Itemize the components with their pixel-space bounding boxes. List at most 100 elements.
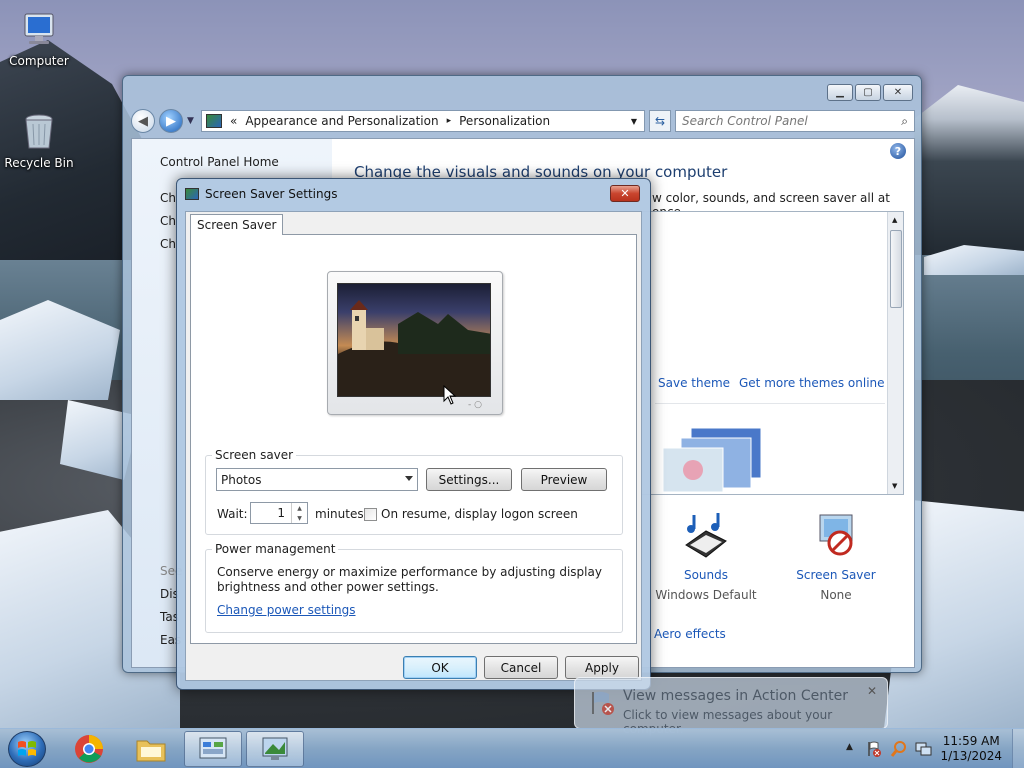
- breadcrumb-separator[interactable]: ▸: [447, 116, 452, 126]
- screen-saver-settings-dialog: Screen Saver Settings ✕ Screen Saver - ○: [176, 178, 651, 690]
- screen-saver-preview-image: [337, 283, 491, 397]
- system-clock[interactable]: 11:59 AM 1/13/2024: [940, 734, 1002, 764]
- maximize-button[interactable]: ▢: [855, 84, 881, 101]
- ok-button[interactable]: OK: [403, 656, 477, 679]
- windows-logo-icon: [18, 741, 36, 756]
- power-description-line2: brightness and other power settings.: [217, 580, 439, 594]
- notification-close-icon[interactable]: ✕: [867, 684, 877, 698]
- clock-date: 1/13/2024: [940, 749, 1002, 763]
- desktop-icon-computer[interactable]: Computer: [0, 10, 78, 68]
- recent-pages-dropdown[interactable]: ▼: [187, 116, 197, 126]
- dialog-body: Screen Saver - ○ Screen saver Photos Set…: [185, 211, 642, 681]
- breadcrumb-personalization[interactable]: Personalization: [459, 114, 550, 128]
- logon-screen-checkbox-label[interactable]: On resume, display logon screen: [381, 507, 578, 521]
- left-nav-link[interactable]: Ch: [160, 237, 176, 251]
- logon-screen-checkbox[interactable]: [364, 508, 377, 521]
- screen-saver-value: None: [820, 588, 852, 602]
- forward-arrow-icon: ▶: [166, 113, 176, 129]
- maximize-icon: ▢: [863, 87, 873, 98]
- chevron-down-icon: [405, 476, 413, 481]
- forward-button[interactable]: ▶: [159, 109, 183, 133]
- left-nav-link[interactable]: Ch: [160, 191, 176, 205]
- cancel-button[interactable]: Cancel: [484, 656, 558, 679]
- wait-minutes-stepper[interactable]: 1 ▲ ▼: [250, 502, 308, 524]
- taskbar-explorer-button[interactable]: [122, 731, 180, 767]
- get-more-themes-link[interactable]: Get more themes online: [739, 376, 885, 390]
- start-button[interactable]: [8, 731, 46, 767]
- sounds-label[interactable]: Sounds: [646, 568, 766, 582]
- screen-saver-label[interactable]: Screen Saver: [776, 568, 896, 582]
- taskbar-control-panel-button[interactable]: [184, 731, 242, 767]
- dialog-close-button[interactable]: ✕: [610, 185, 640, 202]
- control-panel-icon: [206, 114, 222, 128]
- power-management-group: Power management Conserve energy or maxi…: [205, 542, 623, 633]
- sounds-icon: [685, 513, 727, 558]
- search-tray-icon[interactable]: [890, 740, 908, 758]
- breadcrumb-prefix[interactable]: «: [230, 114, 237, 128]
- divider: [655, 403, 885, 404]
- left-nav-link[interactable]: Ch: [160, 214, 176, 228]
- desktop-icon-label: Recycle Bin: [4, 156, 74, 170]
- dialog-title: Screen Saver Settings: [205, 187, 338, 201]
- close-button[interactable]: ✕: [883, 84, 913, 101]
- help-icon[interactable]: ?: [890, 143, 906, 159]
- dialog-title-bar[interactable]: Screen Saver Settings: [185, 187, 338, 201]
- screen-saver-select[interactable]: Photos: [216, 468, 418, 491]
- action-center-notification[interactable]: View messages in Action Center Click to …: [574, 677, 888, 736]
- taskbar-screen-saver-button[interactable]: [246, 731, 304, 767]
- theme-list-scrollbar[interactable]: ▲ ▼: [887, 212, 903, 494]
- theme-thumbnail[interactable]: [655, 424, 775, 494]
- save-theme-link[interactable]: Save theme: [658, 376, 730, 390]
- refresh-button[interactable]: ⇆: [649, 110, 671, 132]
- scroll-down-icon[interactable]: ▼: [892, 482, 897, 490]
- aero-effects-link[interactable]: Aero effects: [654, 627, 726, 641]
- mouse-cursor-icon: [443, 385, 457, 405]
- search-input[interactable]: Search Control Panel ⌕: [675, 110, 915, 132]
- show-hidden-icons-button[interactable]: ▲: [846, 742, 853, 752]
- stepper-arrows[interactable]: ▲ ▼: [291, 503, 307, 523]
- wait-label: Wait:: [217, 507, 248, 521]
- breadcrumb-appearance[interactable]: Appearance and Personalization: [245, 114, 438, 128]
- clock-time: 11:59 AM: [942, 734, 1000, 748]
- taskbar-chrome-button[interactable]: [60, 731, 118, 767]
- minimize-icon: ▁: [836, 87, 844, 98]
- monitor-buttons: - ○: [468, 400, 482, 410]
- wait-value: 1: [277, 506, 285, 520]
- change-power-settings-link[interactable]: Change power settings: [217, 603, 356, 617]
- stepper-up-icon[interactable]: ▲: [297, 505, 302, 512]
- action-center-tray-icon[interactable]: [866, 740, 882, 758]
- desktop-wallpaper-mountain: [914, 85, 1024, 255]
- screen-saver-preview-monitor: - ○: [327, 271, 503, 415]
- power-description-line1: Conserve energy or maximize performance …: [217, 565, 602, 579]
- settings-button[interactable]: Settings...: [426, 468, 512, 491]
- screen-saver-settings-icon: [185, 188, 199, 200]
- address-row: ◀ ▶ ▼ « Appearance and Personalization ▸…: [131, 108, 915, 134]
- sounds-value: Windows Default: [655, 588, 757, 602]
- search-icon: ⌕: [901, 113, 908, 128]
- back-button[interactable]: ◀: [131, 109, 155, 133]
- apply-button[interactable]: Apply: [565, 656, 639, 679]
- minimize-button[interactable]: ▁: [827, 84, 853, 101]
- close-icon: ✕: [893, 87, 903, 98]
- scrollbar-thumb[interactable]: [890, 230, 902, 308]
- network-tray-icon[interactable]: [914, 740, 932, 758]
- screen-saver-group: Screen saver Photos Settings... Preview …: [205, 448, 623, 535]
- screen-saver-group-label: Screen saver: [212, 448, 297, 462]
- screen-saver-icon: [819, 514, 853, 556]
- address-bar[interactable]: « Appearance and Personalization ▸ Perso…: [201, 110, 645, 132]
- scroll-up-icon[interactable]: ▲: [892, 216, 897, 224]
- screen-saver-item[interactable]: Screen Saver None: [776, 511, 896, 602]
- desktop-icon-recycle-bin[interactable]: Recycle Bin: [0, 112, 78, 170]
- screen-saver-selected-value: Photos: [221, 472, 262, 487]
- notification-title: View messages in Action Center: [623, 688, 848, 704]
- tab-screen-saver[interactable]: Screen Saver: [190, 214, 284, 235]
- preview-button[interactable]: Preview: [521, 468, 607, 491]
- sounds-item[interactable]: Sounds Windows Default: [646, 511, 766, 602]
- search-placeholder: Search Control Panel: [682, 114, 808, 128]
- folder-icon: [136, 740, 166, 762]
- address-dropdown-icon[interactable]: ▼: [626, 111, 642, 131]
- stepper-down-icon[interactable]: ▼: [297, 515, 302, 522]
- back-arrow-icon: ◀: [138, 113, 148, 129]
- show-desktop-button[interactable]: [1012, 729, 1024, 768]
- control-panel-home-link[interactable]: Control Panel Home: [160, 155, 279, 169]
